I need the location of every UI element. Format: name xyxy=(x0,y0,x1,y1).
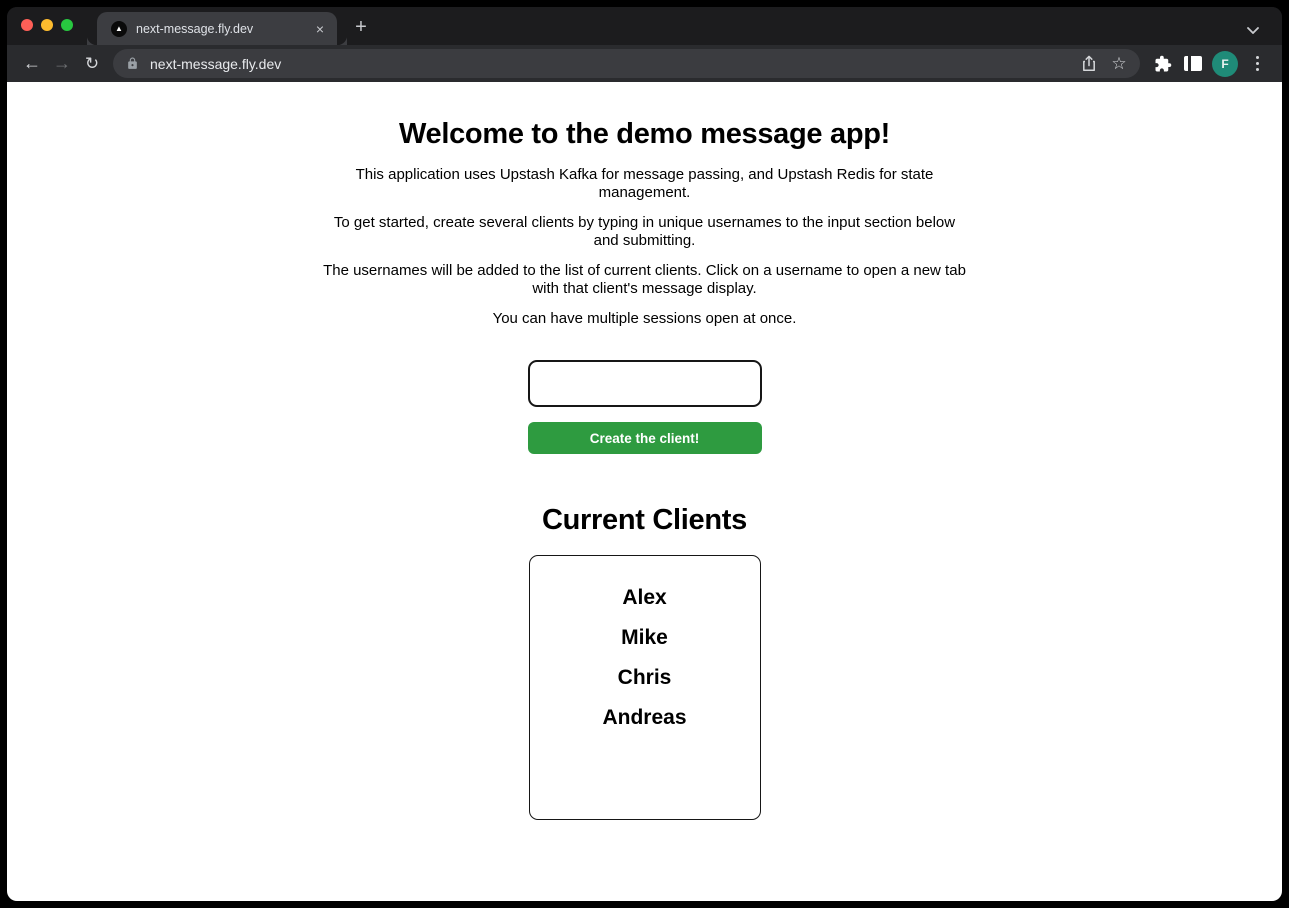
close-window-button[interactable] xyxy=(21,19,33,31)
zoom-window-button[interactable] xyxy=(61,19,73,31)
clients-list: AlexMikeChrisAndreas xyxy=(529,555,761,820)
window-controls xyxy=(21,19,73,31)
browser-tab[interactable]: ▲ next-message.fly.dev × xyxy=(97,12,337,45)
intro-paragraph: To get started, create several clients b… xyxy=(322,214,967,250)
tab-search-chevron-icon[interactable] xyxy=(1242,21,1264,39)
browser-toolbar: ← → ↻ next-message.fly.dev ☆ xyxy=(7,45,1282,82)
client-form: Create the client! xyxy=(7,360,1282,454)
browser-menu-icon[interactable] xyxy=(1242,49,1272,79)
page-content: Welcome to the demo message app! This ap… xyxy=(7,82,1282,901)
tab-title: next-message.fly.dev xyxy=(136,22,311,36)
extensions-puzzle-icon[interactable] xyxy=(1148,49,1178,79)
profile-avatar[interactable]: F xyxy=(1212,51,1238,77)
client-link[interactable]: Chris xyxy=(530,658,760,698)
tab-strip: ▲ next-message.fly.dev × + xyxy=(7,7,1282,45)
site-favicon-icon: ▲ xyxy=(111,21,127,37)
minimize-window-button[interactable] xyxy=(41,19,53,31)
browser-window: ▲ next-message.fly.dev × + ← → ↻ next-me… xyxy=(7,7,1282,901)
back-icon[interactable]: ← xyxy=(17,49,47,79)
forward-icon[interactable]: → xyxy=(47,49,77,79)
reload-icon[interactable]: ↻ xyxy=(77,49,107,79)
username-input[interactable] xyxy=(528,360,762,407)
intro-paragraphs: This application uses Upstash Kafka for … xyxy=(322,166,967,328)
side-panel-icon[interactable] xyxy=(1178,49,1208,79)
address-bar[interactable]: next-message.fly.dev ☆ xyxy=(113,49,1140,78)
current-clients-heading: Current Clients xyxy=(7,504,1282,537)
bookmark-star-icon[interactable]: ☆ xyxy=(1104,51,1134,77)
intro-paragraph: This application uses Upstash Kafka for … xyxy=(322,166,967,202)
intro-paragraph: The usernames will be added to the list … xyxy=(322,262,967,298)
client-link[interactable]: Mike xyxy=(530,618,760,658)
client-link[interactable]: Alex xyxy=(530,578,760,618)
lock-icon xyxy=(126,57,139,70)
new-tab-button[interactable]: + xyxy=(347,13,375,41)
tab-close-icon[interactable]: × xyxy=(311,20,329,38)
intro-paragraph: You can have multiple sessions open at o… xyxy=(322,310,967,328)
url-text: next-message.fly.dev xyxy=(150,56,1074,72)
page-title: Welcome to the demo message app! xyxy=(7,118,1282,151)
client-link[interactable]: Andreas xyxy=(530,698,760,738)
create-client-button[interactable]: Create the client! xyxy=(528,422,762,454)
share-icon[interactable] xyxy=(1074,51,1104,77)
